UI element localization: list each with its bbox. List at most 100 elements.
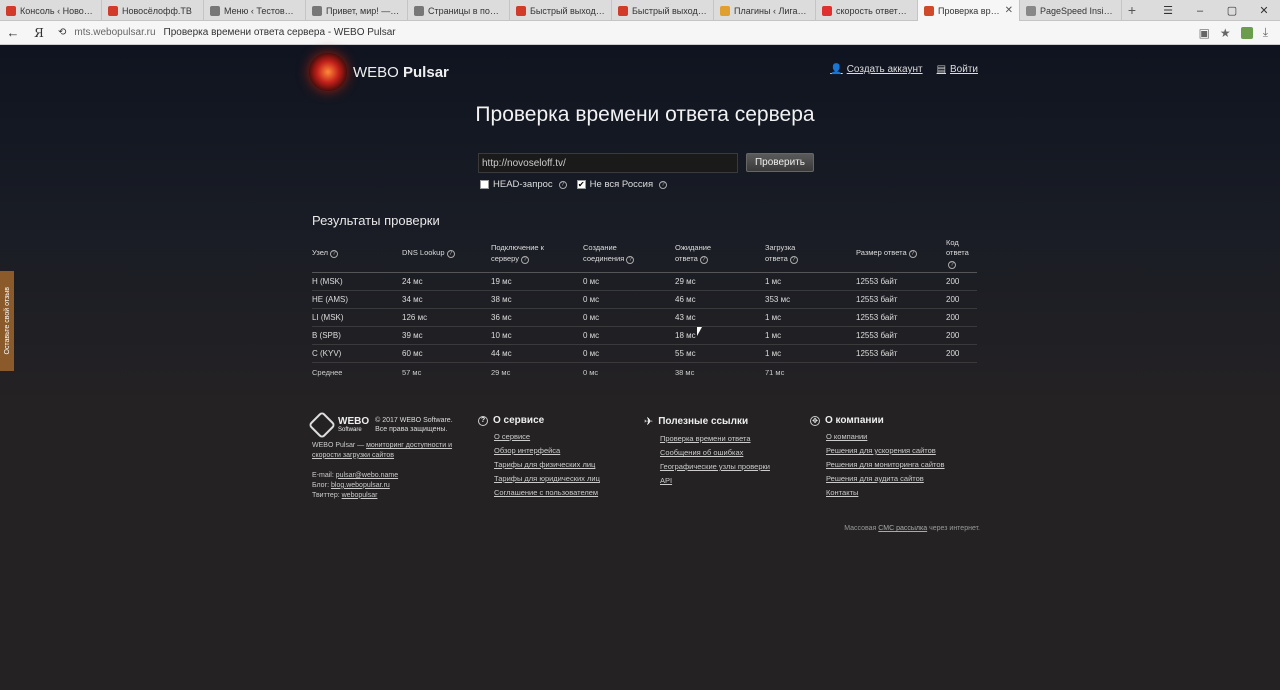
yandex-icon[interactable]: Я bbox=[26, 26, 52, 40]
footer-link[interactable]: Обзор интерфейса bbox=[478, 446, 644, 455]
table-cell: 12553 байт bbox=[856, 277, 898, 286]
login-link[interactable]: ▤ Войти bbox=[937, 64, 978, 75]
browser-tab[interactable]: Привет, мир! — Те… bbox=[306, 0, 408, 21]
twitter-link[interactable]: webopulsar bbox=[342, 492, 378, 499]
footer-link[interactable]: Соглашение с пользователем bbox=[478, 488, 644, 497]
menu-icon[interactable]: ☰ bbox=[1152, 0, 1184, 21]
column-header-text: Код bbox=[946, 237, 959, 247]
not-all-russia-checkbox[interactable]: ✔ bbox=[576, 180, 586, 189]
url-input[interactable] bbox=[478, 153, 738, 173]
logo[interactable]: WEBO Pulsar bbox=[309, 53, 449, 91]
browser-tab[interactable]: Консоль ‹ Новосё… bbox=[0, 0, 102, 21]
footer-link[interactable]: Тарифы для физических лиц bbox=[478, 460, 644, 469]
download-icon[interactable]: ⤓ bbox=[1263, 25, 1268, 40]
help-icon[interactable]: ? bbox=[948, 260, 956, 269]
help-icon[interactable]: ? bbox=[558, 180, 567, 189]
head-request-option[interactable]: HEAD-запрос ? bbox=[480, 179, 567, 190]
tab-label: Новосёлофф.ТВ bbox=[122, 5, 192, 16]
reader-icon[interactable]: ▣ bbox=[1199, 26, 1210, 40]
email-link[interactable]: pulsar@webo.name bbox=[336, 472, 398, 479]
browser-tab[interactable]: Быстрый выход на… bbox=[510, 0, 612, 21]
footer-brand-column: WEBO Software © 2017 WEBO Software. Все пр… bbox=[307, 410, 478, 502]
table-cell: 12553 байт bbox=[856, 349, 898, 358]
browser-tab[interactable]: скорость ответа се… bbox=[816, 0, 918, 21]
footer-desc-prefix: WEBO Pulsar — bbox=[312, 442, 365, 449]
browser-tab[interactable]: Проверка време… ✕ bbox=[918, 0, 1020, 21]
auth-links: 👤 Создать аккаунт ▤ Войти bbox=[830, 64, 978, 75]
table-cell: 38 мс bbox=[491, 295, 512, 304]
url-field[interactable]: ⟲ mts.webopulsar.ru Проверка времени отв… bbox=[52, 27, 1199, 38]
check-button[interactable]: Проверить bbox=[746, 153, 814, 172]
footer-link[interactable]: Сообщения об ошибках bbox=[644, 448, 810, 457]
browser-tab[interactable]: Страницы в поиск… bbox=[408, 0, 510, 21]
table-cell: 34 мс bbox=[402, 295, 423, 304]
help-icon[interactable]: ? bbox=[908, 250, 917, 259]
tab-label: Страницы в поиск… bbox=[428, 5, 503, 16]
table-cell: 0 мс bbox=[583, 277, 600, 286]
column-header: Узел? bbox=[312, 248, 402, 259]
footer-link[interactable]: О компании bbox=[810, 432, 976, 441]
footer-link[interactable]: Географические узлы проверки bbox=[644, 462, 810, 471]
help-icon[interactable]: ? bbox=[699, 255, 708, 264]
footer-link[interactable]: О сервисе bbox=[478, 432, 644, 441]
footer-link[interactable]: API bbox=[644, 476, 810, 485]
average-row: Среднее 57 мс 29 мс 0 мс 38 мс 71 мс bbox=[312, 363, 977, 381]
help-icon[interactable]: ? bbox=[446, 250, 455, 259]
table-cell: 24 мс bbox=[402, 277, 423, 286]
column-header-text: соединения bbox=[583, 253, 625, 263]
sms-link[interactable]: СМС рассылка bbox=[878, 525, 927, 532]
footer-link[interactable]: Решения для ускорения сайтов bbox=[810, 446, 976, 455]
browser-tab[interactable]: Быстрый выход на… bbox=[612, 0, 714, 21]
feedback-tab[interactable]: Оставьте свой отзыв bbox=[0, 271, 14, 371]
check-options: HEAD-запрос ? ✔ Не вся Россия ? bbox=[480, 179, 668, 190]
footer-copyright: © 2017 WEBO Software. bbox=[375, 416, 453, 424]
maximize-icon[interactable]: ▢ bbox=[1216, 0, 1248, 21]
head-request-checkbox[interactable] bbox=[480, 180, 489, 189]
column-header-text: ответа bbox=[675, 253, 698, 263]
table-cell: 29 мс bbox=[675, 277, 696, 286]
table-cell: 200 bbox=[946, 313, 960, 322]
close-window-icon[interactable]: ✕ bbox=[1248, 0, 1280, 21]
tab-favicon-icon bbox=[6, 5, 16, 16]
table-cell: 12553 байт bbox=[856, 331, 898, 340]
table-cell: 1 мс bbox=[765, 331, 782, 340]
help-icon[interactable]: ? bbox=[330, 250, 338, 259]
extension-icon[interactable] bbox=[1240, 26, 1253, 39]
help-icon[interactable]: ? bbox=[789, 255, 798, 264]
minimize-icon[interactable]: – bbox=[1184, 0, 1216, 21]
table-cell: 46 мс bbox=[675, 295, 696, 304]
table-cell: 10 мс bbox=[491, 331, 512, 340]
footer-rights: Все права защищены. bbox=[375, 426, 448, 433]
browser-tab[interactable]: Меню ‹ Тестовый с… bbox=[204, 0, 306, 21]
help-icon[interactable]: ? bbox=[521, 255, 530, 264]
new-tab-button[interactable]: + bbox=[1122, 0, 1142, 20]
tab-close-icon[interactable]: ✕ bbox=[1005, 5, 1013, 16]
footer-link[interactable]: Решения для аудита сайтов bbox=[810, 474, 976, 483]
footer-link[interactable]: Контакты bbox=[810, 488, 976, 497]
table-cell: 43 мс bbox=[675, 313, 696, 322]
footer-link[interactable]: Решения для мониторинга сайтов bbox=[810, 460, 976, 469]
tab-label: Привет, мир! — Те… bbox=[326, 5, 401, 16]
results-table: Узел? DNS Lookup? Подключение к серверу? Соз… bbox=[312, 235, 977, 381]
back-button[interactable]: ← bbox=[0, 25, 26, 40]
tab-label: скорость ответа се… bbox=[836, 5, 911, 16]
browser-tab[interactable]: PageSpeed Insights bbox=[1020, 0, 1122, 21]
not-all-russia-option[interactable]: ✔ Не вся Россия ? bbox=[576, 179, 668, 190]
help-icon[interactable]: ? bbox=[626, 255, 635, 264]
table-cell: 36 мс bbox=[491, 313, 512, 322]
table-cell: 19 мс bbox=[491, 277, 512, 286]
footer-link[interactable]: Проверка времени ответа bbox=[644, 434, 810, 443]
create-account-link[interactable]: 👤 Создать аккаунт bbox=[830, 64, 922, 75]
table-cell: 1 мс bbox=[765, 313, 782, 322]
bookmark-star-icon[interactable]: ★ bbox=[1220, 26, 1231, 40]
blog-link[interactable]: blog.webopulsar.ru bbox=[331, 482, 390, 489]
browser-tab[interactable]: Новосёлофф.ТВ bbox=[102, 0, 204, 21]
table-cell: 200 bbox=[946, 349, 960, 358]
browser-tab[interactable]: Плагины ‹ Лига-Т… bbox=[714, 0, 816, 21]
tab-favicon-icon bbox=[414, 5, 424, 16]
mouse-cursor bbox=[697, 327, 702, 336]
help-icon[interactable]: ? bbox=[659, 180, 668, 189]
email-label: E-mail: bbox=[312, 471, 334, 479]
column-header: Ожидание ответа? bbox=[675, 243, 765, 264]
footer-link[interactable]: Тарифы для юридических лиц bbox=[478, 474, 644, 483]
